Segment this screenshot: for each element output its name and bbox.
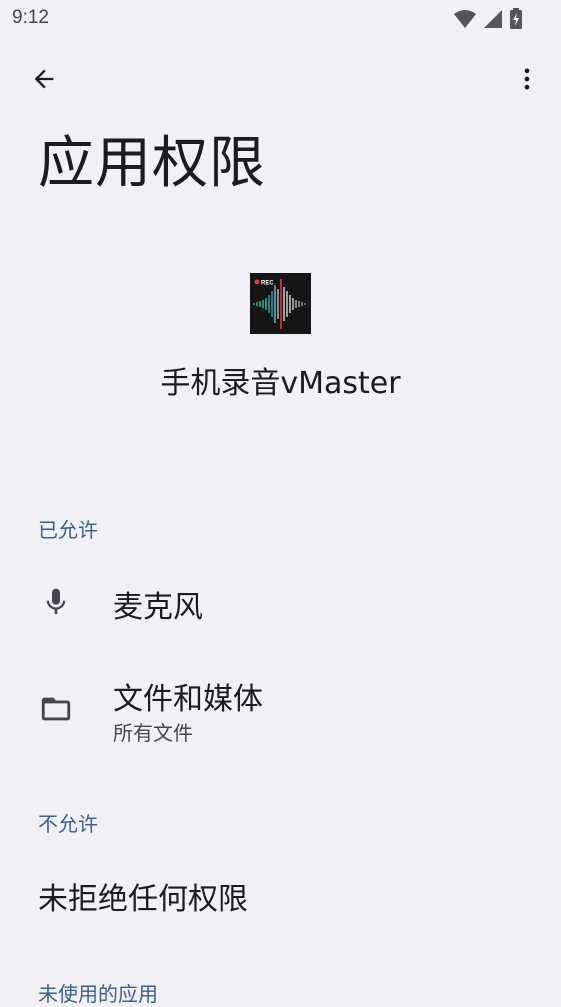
permission-item-microphone[interactable]: 麦克风 <box>0 562 561 644</box>
page-title: 应用权限 <box>38 131 266 196</box>
permission-item-files-media[interactable]: 文件和媒体 所有文件 <box>0 660 561 760</box>
denied-empty-text: 未拒绝任何权限 <box>38 882 248 917</box>
section-header-denied: 不允许 <box>38 812 98 836</box>
cell-signal-icon <box>483 9 503 29</box>
permission-title: 麦克风 <box>113 590 203 625</box>
app-name: 手机录音vMaster <box>160 366 401 401</box>
more-options-button[interactable] <box>503 57 551 105</box>
permission-subtitle: 所有文件 <box>113 721 193 745</box>
permission-title: 文件和媒体 <box>113 682 263 717</box>
microphone-icon <box>38 584 74 620</box>
folder-icon <box>38 691 74 727</box>
battery-charging-icon <box>509 8 523 30</box>
app-header: REC 手机录音vMaster <box>0 273 561 402</box>
more-vert-icon <box>513 65 541 97</box>
status-time: 9:12 <box>12 7 49 28</box>
arrow-back-icon <box>30 65 58 97</box>
status-bar: 9:12 <box>0 0 561 38</box>
back-button[interactable] <box>20 57 68 105</box>
wifi-icon <box>453 9 477 29</box>
status-icons <box>453 8 523 30</box>
app-icon: REC <box>250 273 311 334</box>
app-icon-badge: REC <box>261 281 274 287</box>
section-header-allowed: 已允许 <box>38 518 98 542</box>
section-header-unused: 未使用的应用 <box>38 982 158 1006</box>
